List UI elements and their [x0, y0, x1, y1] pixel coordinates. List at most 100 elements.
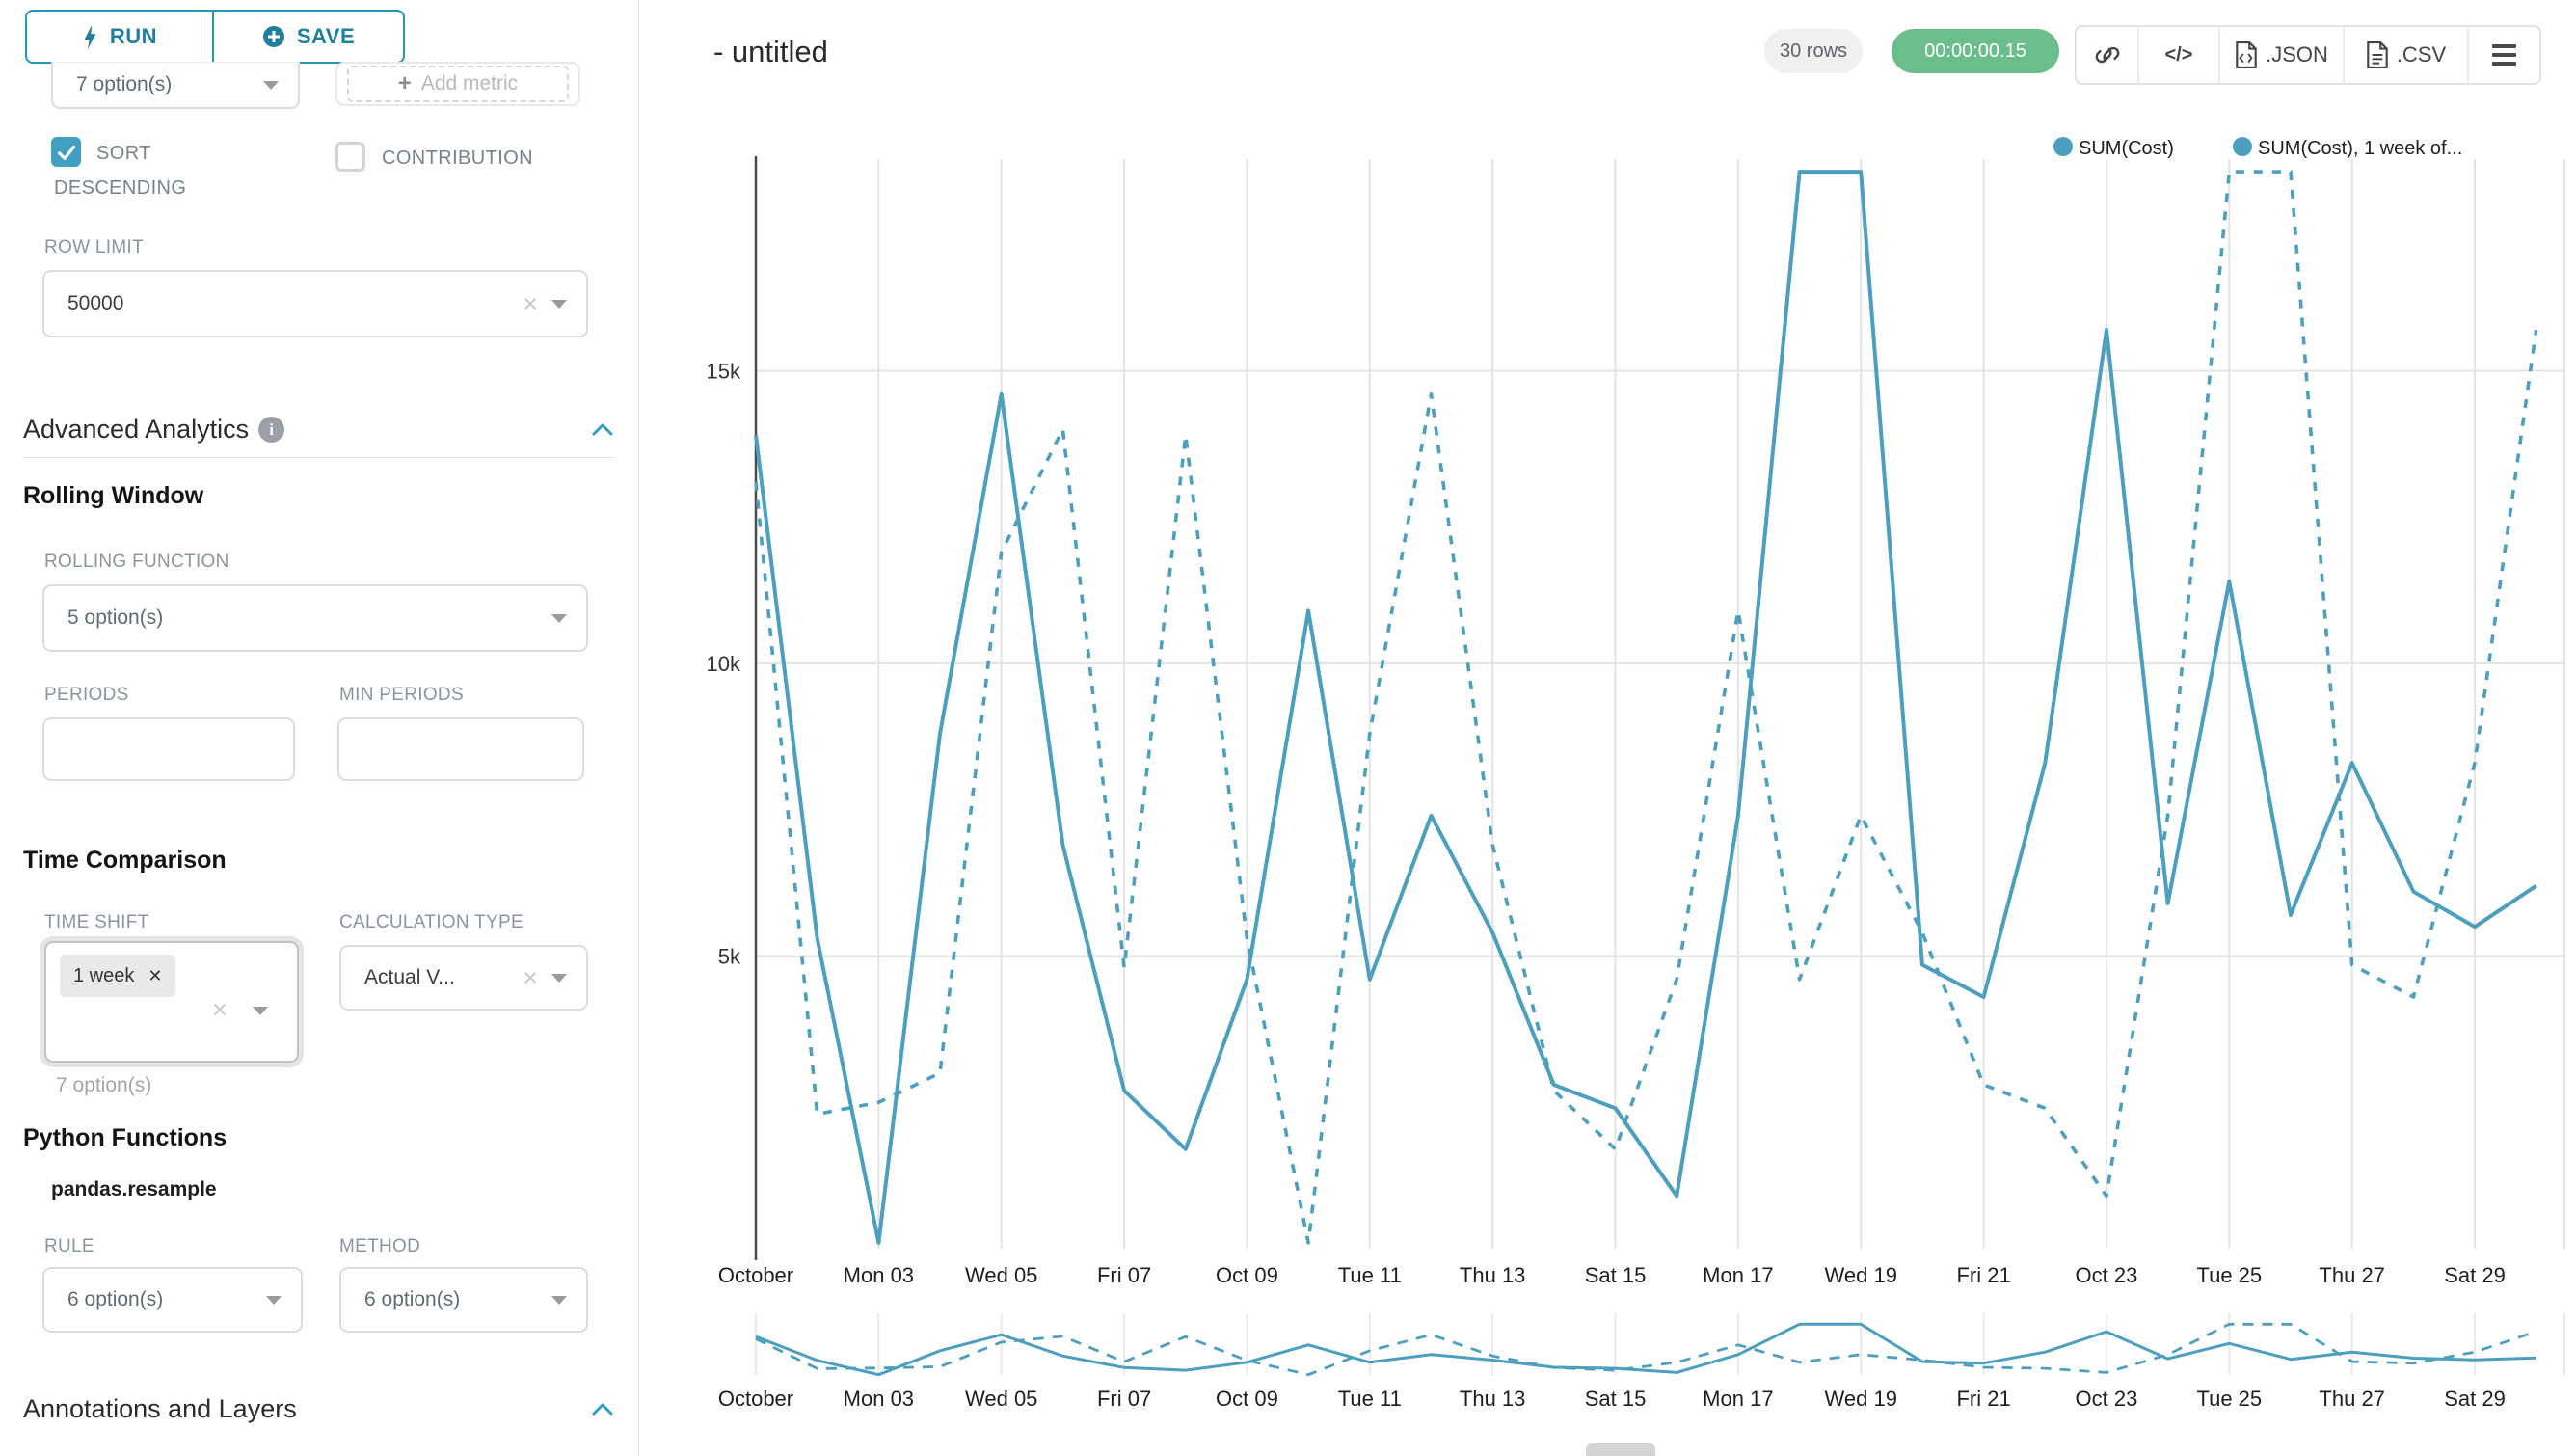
min-periods-input[interactable]	[337, 717, 584, 781]
lightning-icon	[82, 24, 98, 50]
svg-text:Wed 19: Wed 19	[1825, 1263, 1897, 1287]
contribution-checkbox[interactable]	[335, 142, 365, 172]
link-icon	[2095, 42, 2120, 67]
file-lines-icon	[2366, 41, 2389, 68]
python-functions-title: Python Functions	[23, 1124, 227, 1152]
row-limit-select[interactable]: 50000 ×	[42, 270, 588, 337]
svg-text:15k: 15k	[707, 360, 741, 384]
groupby-select[interactable]: 7 option(s)	[51, 62, 300, 109]
sort-label-line1: SORT	[96, 143, 151, 165]
svg-text:Fri 07: Fri 07	[1097, 1387, 1151, 1411]
query-timer-label: 00:00:00.15	[1924, 40, 2026, 63]
periods-input[interactable]	[42, 717, 295, 781]
svg-text:October: October	[718, 1387, 793, 1411]
json-label: .JSON	[2266, 42, 2328, 67]
rolling-function-select[interactable]: 5 option(s)	[42, 584, 588, 652]
svg-text:10k: 10k	[707, 652, 741, 676]
add-metric-label: Add metric	[421, 72, 518, 95]
svg-text:Oct 09: Oct 09	[1216, 1263, 1278, 1287]
info-icon[interactable]: i	[258, 417, 284, 443]
svg-text:Sat 15: Sat 15	[1585, 1387, 1647, 1411]
svg-text:Thu 27: Thu 27	[2319, 1387, 2385, 1411]
clear-icon[interactable]: ×	[523, 965, 538, 991]
advanced-analytics-header[interactable]: Advanced Analytics i	[23, 415, 615, 445]
add-metric-button[interactable]: + Add metric	[335, 62, 580, 106]
annotations-title: Annotations and Layers	[23, 1394, 297, 1424]
main-line-chart[interactable]: 5k10k15kOctoberMon 03Wed 05Fri 07Oct 09T…	[638, 87, 2576, 1308]
chevron-down-icon	[266, 1296, 282, 1305]
rolling-function-label: ROLLING FUNCTION	[44, 552, 229, 573]
chevron-up-icon[interactable]	[590, 1400, 615, 1419]
time-shift-multiselect[interactable]: 1 week ✕ ×	[44, 941, 299, 1063]
remove-tag-icon[interactable]: ✕	[148, 966, 162, 986]
query-timer-badge: 00:00:00.15	[1892, 29, 2059, 73]
svg-text:Wed 19: Wed 19	[1825, 1387, 1897, 1411]
time-shift-helper: 7 option(s)	[56, 1074, 151, 1097]
svg-text:Tue 11: Tue 11	[1338, 1387, 1402, 1411]
chevron-up-icon[interactable]	[590, 420, 615, 440]
svg-text:Tue 25: Tue 25	[2196, 1263, 2262, 1287]
rule-select[interactable]: 6 option(s)	[42, 1267, 303, 1333]
svg-text:Thu 27: Thu 27	[2319, 1263, 2385, 1287]
chevron-down-icon	[551, 614, 567, 623]
advanced-analytics-title: Advanced Analytics	[23, 415, 249, 445]
svg-text:5k: 5k	[718, 945, 741, 969]
resize-handle[interactable]	[1586, 1443, 1655, 1456]
run-button[interactable]: RUN	[25, 10, 214, 64]
range-selector-chart[interactable]: OctoberMon 03Wed 05Fri 07Oct 09Tue 11Thu…	[638, 1308, 2576, 1452]
svg-text:Fri 21: Fri 21	[1956, 1387, 2010, 1411]
groupby-select-value: 7 option(s)	[53, 73, 172, 96]
chevron-down-icon	[551, 1296, 567, 1305]
embed-code-button[interactable]: </>	[2139, 27, 2220, 83]
contribution-label: CONTRIBUTION	[382, 148, 533, 170]
share-link-button[interactable]	[2077, 27, 2139, 83]
time-shift-label: TIME SHIFT	[44, 912, 149, 933]
code-icon: </>	[2165, 44, 2193, 67]
rolling-window-title: Rolling Window	[23, 482, 203, 510]
svg-text:Mon 03: Mon 03	[844, 1263, 914, 1287]
chart-title[interactable]: - untitled	[713, 35, 828, 69]
file-code-icon	[2235, 41, 2258, 68]
chevron-down-icon[interactable]	[551, 974, 567, 983]
rows-badge-label: 30 rows	[1780, 40, 1847, 63]
clear-icon[interactable]: ×	[212, 997, 228, 1023]
svg-text:Fri 21: Fri 21	[1956, 1263, 2010, 1287]
export-toolbar: </> .JSON .CSV	[2075, 25, 2541, 85]
rule-value: 6 option(s)	[44, 1288, 163, 1311]
menu-button[interactable]	[2469, 27, 2539, 83]
run-button-label: RUN	[110, 24, 157, 49]
rows-badge: 30 rows	[1764, 29, 1863, 73]
sort-descending-checkbox[interactable]	[51, 137, 81, 167]
periods-label: PERIODS	[44, 685, 129, 706]
svg-text:Sat 29: Sat 29	[2444, 1263, 2506, 1287]
svg-text:October: October	[718, 1263, 793, 1287]
svg-text:Fri 07: Fri 07	[1097, 1263, 1151, 1287]
save-button[interactable]: SAVE	[214, 10, 405, 64]
annotations-header[interactable]: Annotations and Layers	[23, 1394, 615, 1424]
export-csv-button[interactable]: .CSV	[2345, 27, 2469, 83]
clear-icon[interactable]: ×	[523, 291, 538, 317]
calculation-type-select[interactable]: Actual V... ×	[339, 945, 588, 1011]
svg-text:Thu 13: Thu 13	[1460, 1263, 1526, 1287]
chevron-down-icon[interactable]	[551, 300, 567, 309]
svg-text:Oct 23: Oct 23	[2076, 1263, 2138, 1287]
svg-text:Mon 17: Mon 17	[1703, 1263, 1773, 1287]
chevron-down-icon[interactable]	[253, 1007, 268, 1015]
row-limit-value: 50000	[44, 292, 123, 315]
controls-sidebar: RUN SAVE 7 option(s) + Add metric SORT D…	[0, 0, 639, 1456]
csv-label: .CSV	[2397, 42, 2446, 67]
check-icon	[56, 142, 77, 163]
svg-text:Mon 17: Mon 17	[1703, 1387, 1773, 1411]
calculation-type-value: Actual V...	[341, 966, 455, 989]
svg-text:Wed 05: Wed 05	[965, 1387, 1037, 1411]
divider	[23, 457, 615, 458]
row-limit-label: ROW LIMIT	[44, 237, 144, 258]
time-shift-tag: 1 week ✕	[60, 955, 175, 997]
calculation-type-label: CALCULATION TYPE	[339, 912, 523, 933]
export-json-button[interactable]: .JSON	[2220, 27, 2345, 83]
plus-circle-icon	[262, 25, 285, 48]
svg-text:Thu 13: Thu 13	[1460, 1387, 1526, 1411]
svg-text:Sat 29: Sat 29	[2444, 1387, 2506, 1411]
method-select[interactable]: 6 option(s)	[339, 1267, 588, 1333]
sort-label-line2: DESCENDING	[54, 177, 186, 200]
